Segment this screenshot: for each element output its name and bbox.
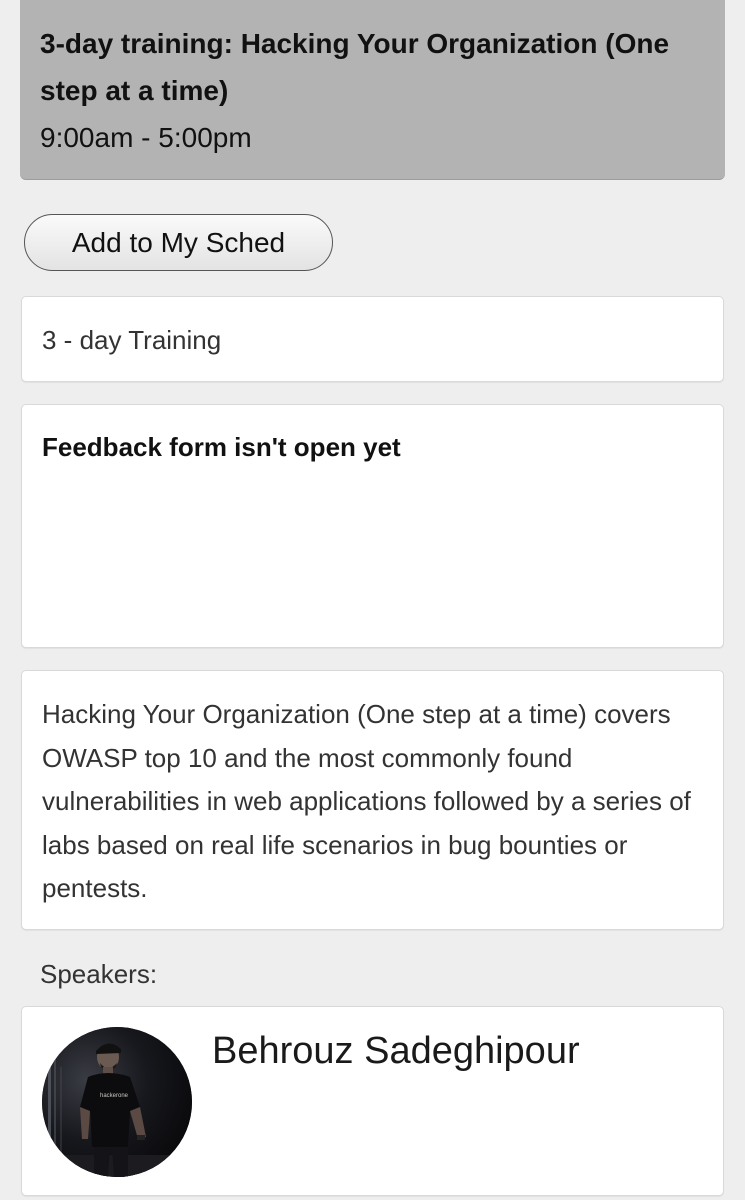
feedback-status: Feedback form isn't open yet xyxy=(42,432,401,462)
speaker-name[interactable]: Behrouz Sadeghipour xyxy=(212,1027,580,1075)
svg-text:hackerone: hackerone xyxy=(100,1093,129,1099)
speakers-label: Speakers: xyxy=(40,959,158,989)
session-title: 3-day training: Hacking Your Organizatio… xyxy=(40,28,670,106)
description-card: Hacking Your Organization (One step at a… xyxy=(21,670,724,930)
session-header: 3-day training: Hacking Your Organizatio… xyxy=(20,0,725,180)
speaker-avatar[interactable]: hackerone xyxy=(42,1027,192,1177)
session-type: 3 - day Training xyxy=(42,325,222,355)
speaker-card[interactable]: hackerone Behrouz Sadeghipour xyxy=(21,1006,724,1196)
session-time: 9:00am - 5:00pm xyxy=(40,122,252,153)
speaker-photo-icon: hackerone xyxy=(42,1027,192,1177)
feedback-card: Feedback form isn't open yet xyxy=(21,404,724,648)
add-to-my-sched-button[interactable]: Add to My Sched xyxy=(24,214,333,271)
session-description: Hacking Your Organization (One step at a… xyxy=(42,699,691,903)
session-type-card: 3 - day Training xyxy=(21,296,724,382)
